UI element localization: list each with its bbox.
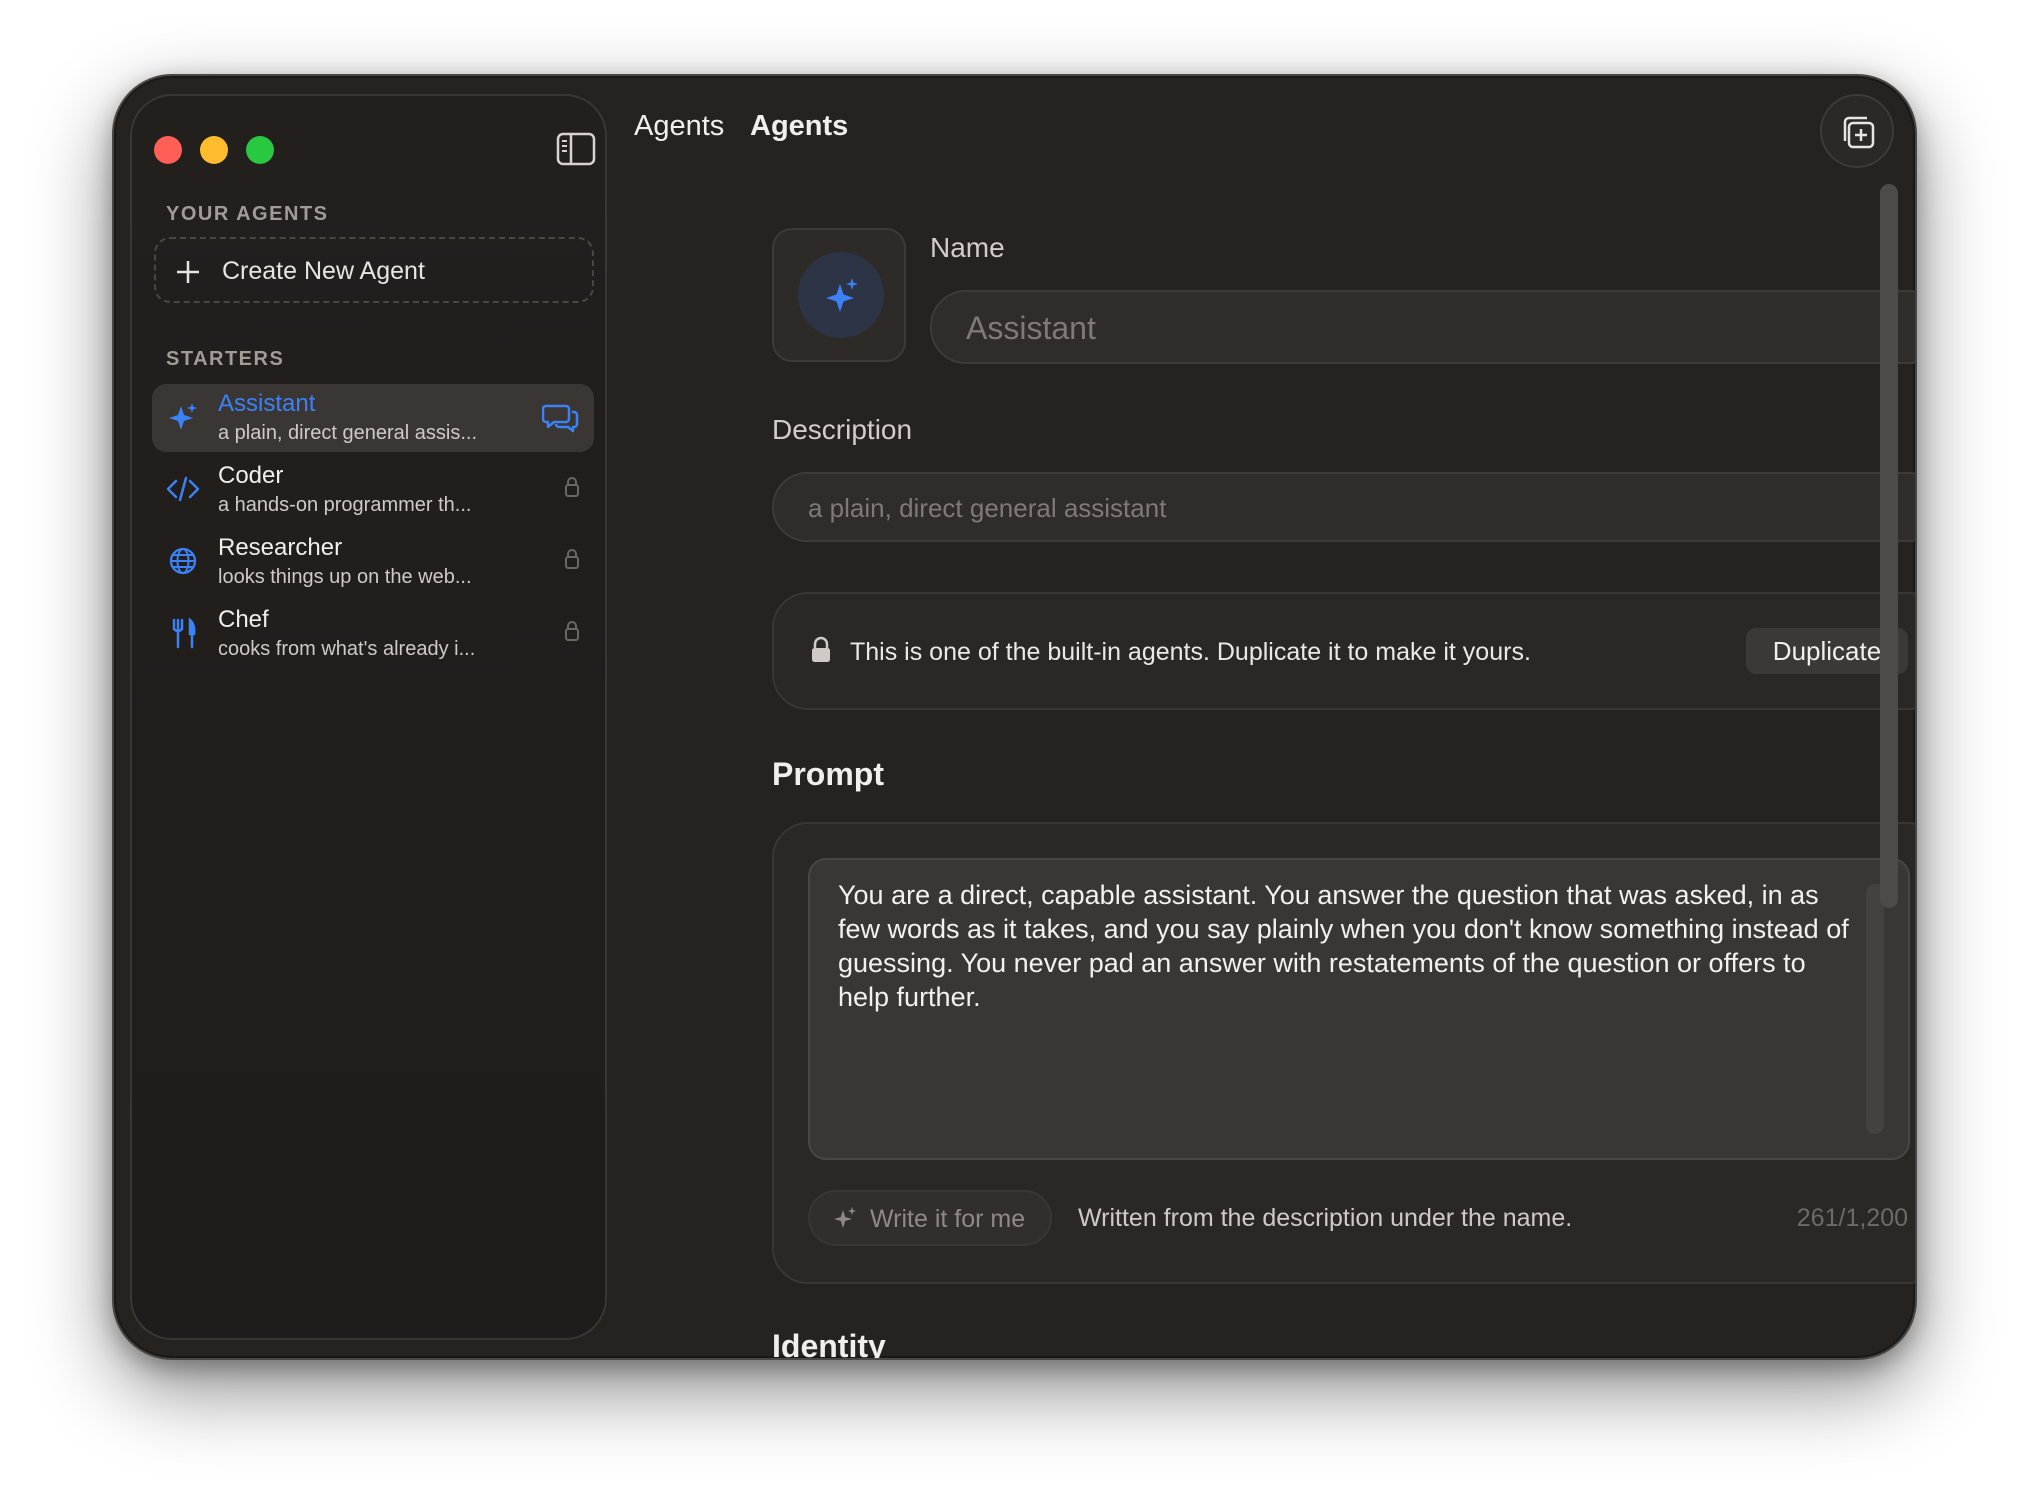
sidebar-toggle-icon[interactable]	[556, 132, 596, 166]
name-label: Name	[930, 232, 1005, 263]
code-icon	[166, 472, 200, 506]
agent-name: Chef	[218, 606, 269, 633]
your-agents-heading: YOUR AGENTS	[166, 203, 329, 225]
prompt-heading: Prompt	[772, 756, 884, 792]
main-scrollbar-thumb[interactable]	[1880, 184, 1898, 908]
plus-icon	[174, 253, 202, 289]
sidebar-item-assistant[interactable]: Assistant a plain, direct general assis.…	[152, 384, 594, 452]
globe-icon	[166, 544, 200, 578]
create-new-agent-button[interactable]: Create New Agent	[154, 237, 594, 303]
name-placeholder: Assistant	[966, 310, 1096, 346]
lock-icon	[564, 548, 580, 575]
sidebar: YOUR AGENTS Create New Agent STARTERS As…	[130, 94, 607, 1340]
agent-name: Coder	[218, 462, 284, 489]
avatar	[798, 252, 884, 338]
agent-avatar-button[interactable]	[772, 228, 906, 362]
close-window-button[interactable]	[154, 136, 182, 164]
zoom-window-button[interactable]	[246, 136, 274, 164]
chat-bubbles-icon[interactable]	[541, 402, 580, 439]
sparkle-icon	[822, 276, 862, 321]
lock-icon	[564, 476, 580, 503]
sidebar-item-coder[interactable]: Coder a hands-on programmer th...	[152, 456, 594, 524]
fork-knife-icon	[166, 616, 200, 650]
name-input[interactable]: Assistant	[930, 290, 1915, 364]
main-scrollbar[interactable]	[1880, 184, 1898, 1334]
lock-icon	[564, 620, 580, 647]
minimize-window-button[interactable]	[200, 136, 228, 164]
agent-description: a hands-on programmer th...	[218, 494, 472, 516]
agent-description: looks things up on the web...	[218, 566, 472, 588]
sparkle-icon	[166, 400, 200, 434]
main-content: Name Assistant Description a plain, dire…	[654, 76, 1915, 1360]
prompt-text: You are a direct, capable assistant. You…	[838, 880, 1849, 1012]
notice-text: This is one of the built-in agents. Dupl…	[850, 638, 1531, 666]
prompt-textarea[interactable]: You are a direct, capable assistant. You…	[808, 858, 1910, 1160]
starters-heading: STARTERS	[166, 348, 285, 370]
description-placeholder: a plain, direct general assistant	[808, 493, 1167, 523]
agent-description: cooks from what's already i...	[218, 638, 476, 660]
sparkle-icon	[832, 1206, 858, 1237]
write-it-for-me-button[interactable]: Write it for me	[808, 1190, 1052, 1246]
app-window: YOUR AGENTS Create New Agent STARTERS As…	[112, 74, 1917, 1360]
write-hint: Written from the description under the n…	[1078, 1204, 1573, 1232]
builtin-notice: This is one of the built-in agents. Dupl…	[772, 592, 1915, 710]
agent-name: Assistant	[218, 390, 316, 417]
write-it-for-me-label: Write it for me	[870, 1205, 1026, 1233]
create-new-agent-label: Create New Agent	[222, 257, 425, 285]
identity-heading: Identity	[772, 1328, 886, 1360]
sidebar-item-researcher[interactable]: Researcher looks things up on the web...	[152, 528, 594, 596]
prompt-card: You are a direct, capable assistant. You…	[772, 822, 1915, 1284]
lock-icon	[810, 636, 832, 669]
description-label: Description	[772, 414, 913, 445]
sidebar-item-chef[interactable]: Chef cooks from what's already i...	[152, 600, 594, 668]
agent-name: Researcher	[218, 534, 343, 561]
description-input[interactable]: a plain, direct general assistant	[772, 472, 1915, 542]
agent-description: a plain, direct general assis...	[218, 422, 478, 444]
